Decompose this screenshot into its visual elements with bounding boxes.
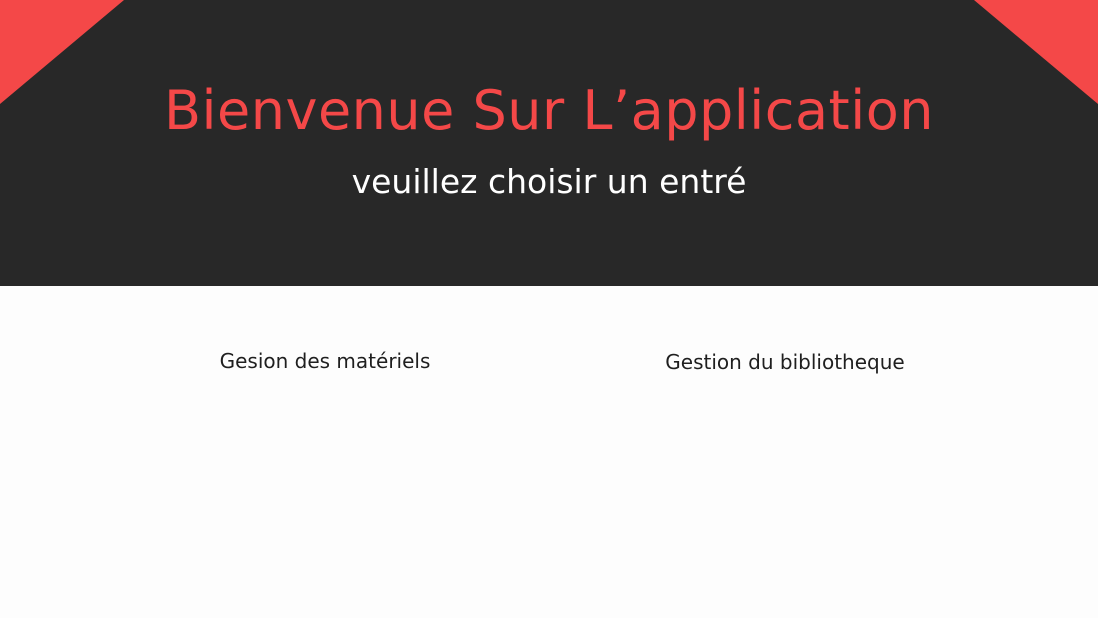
welcome-title: Bienvenue Sur L’application: [163, 79, 934, 142]
welcome-subtitle: veuillez choisir un entré: [351, 162, 747, 201]
welcome-header: Bienvenue Sur L’application veuillez cho…: [0, 0, 1098, 286]
materials-management-option[interactable]: Gesion des matériels: [205, 346, 445, 376]
library-management-option[interactable]: Gestion du bibliotheque: [650, 347, 920, 377]
